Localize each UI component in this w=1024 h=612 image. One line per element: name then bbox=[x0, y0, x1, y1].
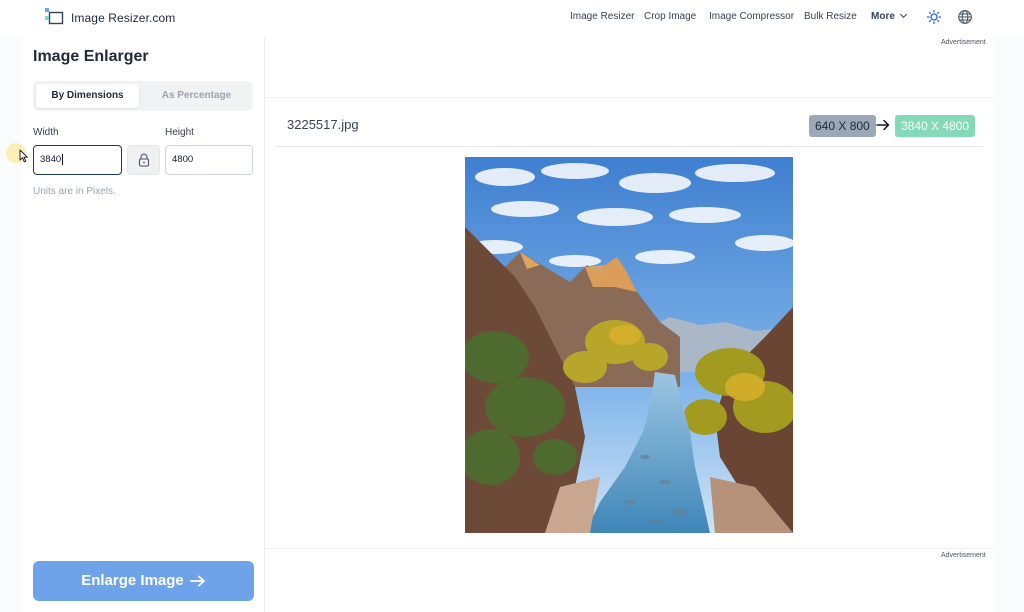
width-input-value: 3840 bbox=[40, 154, 62, 165]
height-input[interactable]: 4800 bbox=[165, 145, 253, 175]
mouse-pointer-icon bbox=[19, 149, 28, 163]
mode-segmented-control: By Dimensions As Percentage bbox=[33, 81, 253, 111]
image-preview bbox=[465, 157, 793, 533]
enlarger-options-panel: Image Enlarger By Dimensions As Percenta… bbox=[22, 36, 265, 612]
width-label: Width bbox=[33, 127, 59, 138]
height-input-value: 4800 bbox=[172, 154, 194, 165]
arrow-right-icon bbox=[876, 119, 890, 131]
tab-as-percentage[interactable]: As Percentage bbox=[143, 84, 250, 108]
language-globe-icon[interactable] bbox=[957, 9, 973, 25]
page-title: Image Enlarger bbox=[33, 48, 149, 65]
enlarge-image-button[interactable]: Enlarge Image bbox=[33, 561, 254, 601]
arrow-right-icon bbox=[189, 575, 205, 587]
units-note: Units are in Pixels. bbox=[33, 186, 116, 197]
theme-sun-icon[interactable] bbox=[926, 9, 942, 25]
logo-icon[interactable] bbox=[44, 7, 64, 25]
new-dimensions-badge: 3840 X 4800 bbox=[895, 115, 976, 137]
nav-more-dropdown[interactable]: More bbox=[871, 10, 907, 22]
file-name: 3225517.jpg bbox=[287, 117, 359, 132]
original-dimensions-badge: 640 X 800 bbox=[809, 115, 876, 137]
right-gutter bbox=[994, 36, 1024, 612]
enlarge-image-label: Enlarge Image bbox=[81, 572, 184, 589]
advertisement-slot-top[interactable]: Advertisement bbox=[265, 36, 994, 98]
chevron-down-icon bbox=[899, 10, 907, 19]
top-navigation-bar: Image Resizer.com Image Resizer Crop Ima… bbox=[0, 0, 1024, 36]
logo-text[interactable]: Image Resizer.com bbox=[71, 11, 175, 25]
nav-more-label: More bbox=[871, 11, 895, 22]
nav-crop-image[interactable]: Crop Image bbox=[644, 11, 696, 22]
ad-label-top: Advertisement bbox=[941, 39, 986, 46]
lock-icon bbox=[138, 153, 150, 167]
preview-divider bbox=[276, 146, 983, 147]
advertisement-slot-bottom[interactable]: Advertisement bbox=[265, 548, 994, 612]
tab-by-dimensions[interactable]: By Dimensions bbox=[36, 84, 139, 108]
nav-image-compressor[interactable]: Image Compressor bbox=[709, 11, 794, 22]
height-label: Height bbox=[165, 127, 194, 138]
nav-image-resizer[interactable]: Image Resizer bbox=[570, 11, 634, 22]
ad-label-bottom: Advertisement bbox=[941, 552, 986, 559]
width-input[interactable]: 3840 bbox=[33, 145, 122, 175]
nav-bulk-resize[interactable]: Bulk Resize bbox=[804, 11, 857, 22]
text-caret bbox=[62, 153, 64, 165]
aspect-lock-button[interactable] bbox=[127, 145, 160, 175]
left-gutter bbox=[0, 36, 22, 612]
